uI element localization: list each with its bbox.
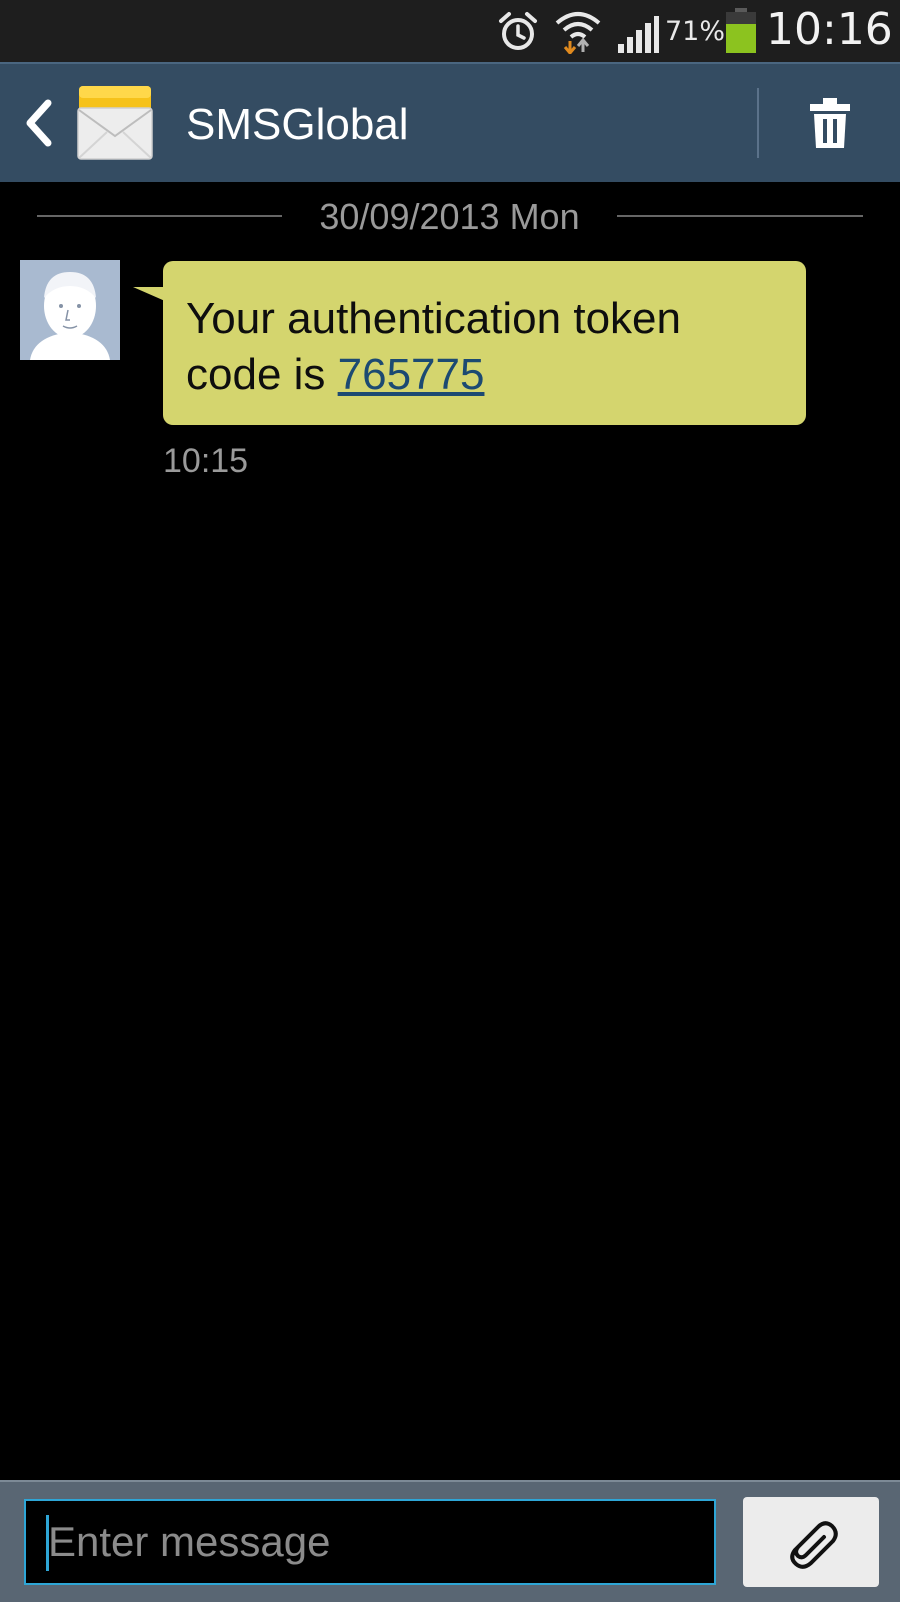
contact-name: SMSGlobal [186,100,409,149]
wifi-icon [555,12,601,54]
status-bar: 71% 10:16 [0,0,900,62]
separator-line [617,215,863,217]
envelope-icon [77,86,153,160]
battery-icon [726,8,756,53]
separator-line [37,215,282,217]
header-divider [757,88,759,158]
composer-bar: Enter message [0,1480,900,1602]
token-code-link[interactable]: 765775 [338,350,485,399]
message-bubble-tail [133,287,165,301]
signal-icon [618,16,659,53]
attach-button[interactable] [743,1497,879,1587]
conversation-header: SMSGlobal [0,62,900,182]
message-input-placeholder: Enter message [48,1518,331,1565]
chevron-left-icon[interactable] [22,98,56,148]
message-input[interactable]: Enter message [24,1499,716,1585]
paperclip-icon [790,1521,838,1569]
message-text: Your authentication token code is 765775 [186,291,786,403]
status-clock: 10:16 [766,4,893,55]
trash-icon[interactable] [806,96,854,150]
date-separator: 30/09/2013 Mon [37,190,863,240]
alarm-icon [499,12,537,50]
date-separator-text: 30/09/2013 Mon [319,196,580,237]
battery-percent: 71% [665,16,726,47]
message-timestamp: 10:15 [163,442,249,480]
person-avatar-icon[interactable] [20,260,120,360]
message-bubble[interactable]: Your authentication token code is 765775 [163,261,806,425]
